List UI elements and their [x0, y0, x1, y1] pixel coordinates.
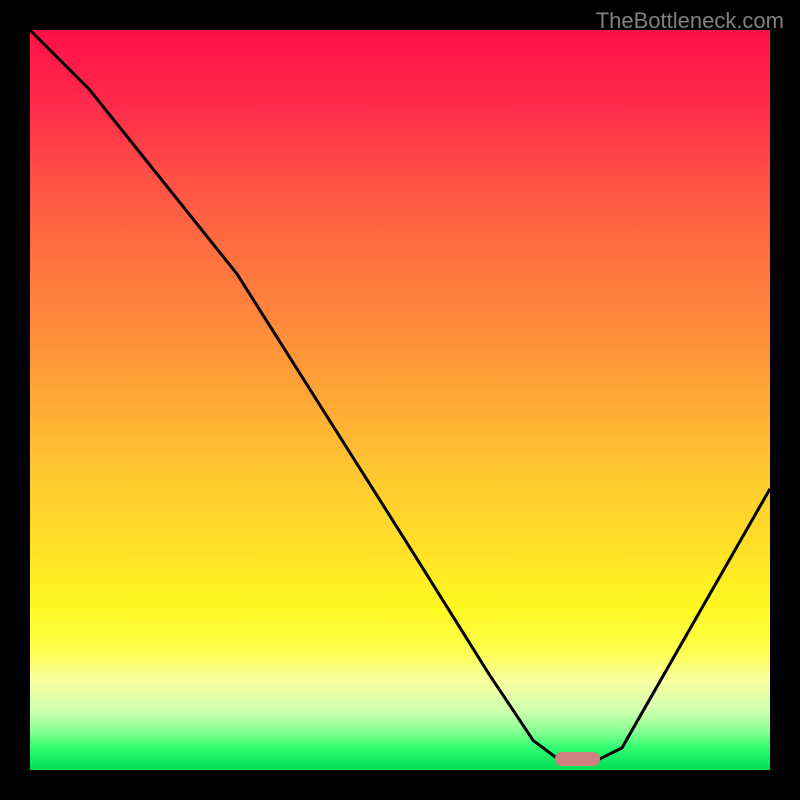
plot-area — [30, 30, 770, 770]
bottleneck-curve — [30, 30, 770, 770]
curve-line — [30, 30, 770, 763]
optimal-marker — [555, 752, 599, 766]
watermark-text: TheBottleneck.com — [596, 8, 784, 34]
